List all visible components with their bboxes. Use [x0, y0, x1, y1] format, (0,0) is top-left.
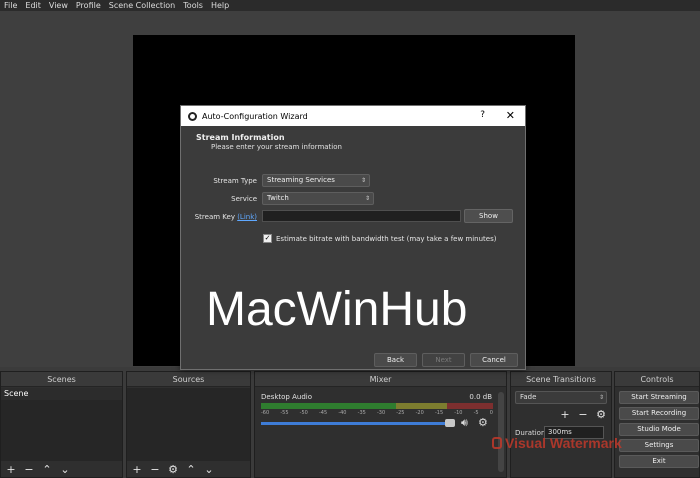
move-down-icon[interactable]: ⌄	[203, 463, 215, 476]
meter-tick: -35	[357, 410, 366, 416]
speaker-icon[interactable]: 🔊︎	[461, 416, 468, 430]
section-title: Stream Information	[196, 133, 285, 142]
section-subtitle: Please enter your stream information	[211, 143, 342, 151]
controls-dock-title: Controls	[615, 372, 699, 387]
stream-type-value: Streaming Services	[267, 176, 335, 184]
service-value: Twitch	[267, 194, 289, 202]
scene-item[interactable]: Scene	[1, 388, 122, 400]
transitions-dock: Scene Transitions Fade ⇕ + − ⚙ Duration …	[510, 371, 612, 478]
close-icon[interactable]: ✕	[506, 109, 515, 122]
menu-edit[interactable]: Edit	[21, 0, 45, 11]
menu-help[interactable]: Help	[207, 0, 233, 11]
meter-ticks: -60 -55 -50 -45 -40 -35 -30 -25 -20 -15 …	[261, 410, 493, 416]
transition-select-value: Fade	[520, 393, 537, 401]
dialog-titlebar: Auto-Configuration Wizard ? ✕	[181, 106, 525, 126]
stream-type-label: Stream Type	[213, 177, 257, 185]
service-select[interactable]: Twitch ⇕	[262, 192, 374, 205]
meter-tick: -55	[280, 410, 289, 416]
mixer-scrollbar[interactable]	[498, 392, 504, 472]
remove-transition-icon[interactable]: −	[577, 409, 589, 421]
transitions-dock-title: Scene Transitions	[511, 372, 611, 387]
stream-type-select[interactable]: Streaming Services ⇕	[262, 174, 370, 187]
sources-dock-title: Sources	[127, 372, 250, 387]
meter-tick: -45	[318, 410, 328, 416]
stream-key-label-group: Stream Key (Link)	[185, 213, 257, 221]
corner-watermark-text: Visual Watermark	[505, 435, 622, 451]
dialog-title: Auto-Configuration Wizard	[202, 111, 308, 121]
meter-tick: -15	[434, 410, 444, 416]
studio-mode-button[interactable]: Studio Mode	[619, 423, 699, 436]
spin-arrows-icon: ⇕	[360, 177, 366, 184]
meter-red-zone	[446, 403, 493, 409]
menu-view[interactable]: View	[45, 0, 72, 11]
scenes-list[interactable]: Scene	[1, 388, 122, 461]
exit-button[interactable]: Exit	[619, 455, 699, 468]
audio-meter	[261, 403, 493, 409]
scenes-dock-title: Scenes	[1, 372, 122, 387]
meter-tick: -20	[415, 410, 424, 416]
scenes-toolbar: + − ⌃ ⌄	[1, 462, 122, 477]
mixer-channel-name: Desktop Audio	[261, 393, 312, 401]
menu-bar: File Edit View Profile Scene Collection …	[0, 0, 700, 11]
mixer-db-readout: 0.0 dB	[469, 393, 492, 401]
mixer-dock: Mixer Desktop Audio 0.0 dB -60 -55 -50 -…	[254, 371, 507, 478]
stream-key-link[interactable]: (Link)	[237, 213, 257, 221]
estimate-bitrate-checkbox[interactable]: ✓	[263, 234, 272, 243]
scenes-dock: Scenes Scene + − ⌃ ⌄	[0, 371, 123, 478]
spin-arrows-icon: ⇕	[364, 195, 370, 202]
sources-dock: Sources + − ⚙ ⌃ ⌄	[126, 371, 251, 478]
remove-source-icon[interactable]: −	[149, 463, 161, 476]
spin-arrows-icon: ⇕	[598, 394, 604, 401]
remove-scene-icon[interactable]: −	[23, 463, 35, 476]
transition-select[interactable]: Fade ⇕	[515, 391, 607, 404]
source-properties-gear-icon[interactable]: ⚙	[167, 463, 179, 476]
volume-slider-track[interactable]	[261, 422, 447, 425]
meter-tick: -30	[376, 410, 386, 416]
cancel-button[interactable]: Cancel	[470, 353, 518, 367]
settings-button[interactable]: Settings	[619, 439, 699, 452]
stream-key-label: Stream Key	[194, 213, 235, 221]
menu-file[interactable]: File	[0, 0, 21, 11]
corner-watermark: Visual Watermark	[492, 435, 622, 451]
meter-tick: -60	[261, 410, 270, 416]
service-label: Service	[231, 195, 257, 203]
transition-gear-icon[interactable]: ⚙	[595, 409, 607, 421]
back-button[interactable]: Back	[374, 353, 417, 367]
add-scene-icon[interactable]: +	[5, 463, 17, 476]
start-recording-button[interactable]: Start Recording	[619, 407, 699, 420]
meter-tick: 0	[489, 410, 493, 416]
add-transition-icon[interactable]: +	[559, 409, 571, 421]
next-button[interactable]: Next	[422, 353, 465, 367]
mixer-gear-icon[interactable]: ⚙	[478, 416, 488, 429]
menu-tools[interactable]: Tools	[179, 0, 207, 11]
add-source-icon[interactable]: +	[131, 463, 143, 476]
meter-yellow-zone	[395, 403, 447, 409]
transitions-toolbar: + − ⚙	[559, 409, 607, 421]
center-watermark: MacWinHub	[206, 283, 468, 336]
start-streaming-button[interactable]: Start Streaming	[619, 391, 699, 404]
meter-green-zone	[261, 403, 396, 409]
sources-list[interactable]	[127, 388, 250, 461]
estimate-bitrate-label: Estimate bitrate with bandwidth test (ma…	[276, 235, 497, 243]
meter-tick: -25	[396, 410, 405, 416]
help-icon[interactable]: ?	[480, 110, 485, 120]
sources-toolbar: + − ⚙ ⌃ ⌄	[127, 462, 250, 477]
lock-icon	[492, 437, 502, 449]
move-down-icon[interactable]: ⌄	[59, 463, 71, 476]
stream-key-input[interactable]	[262, 210, 461, 222]
mixer-dock-title: Mixer	[255, 372, 506, 387]
menu-profile[interactable]: Profile	[72, 0, 105, 11]
volume-slider-handle[interactable]	[445, 419, 455, 427]
meter-tick: -40	[338, 410, 347, 416]
menu-scene-collection[interactable]: Scene Collection	[105, 0, 180, 11]
move-up-icon[interactable]: ⌃	[41, 463, 53, 476]
meter-tick: -50	[299, 410, 308, 416]
show-key-button[interactable]: Show	[464, 209, 513, 223]
controls-dock: Controls Start Streaming Start Recording…	[614, 371, 700, 478]
obs-logo-icon	[188, 111, 197, 121]
move-up-icon[interactable]: ⌃	[185, 463, 197, 476]
